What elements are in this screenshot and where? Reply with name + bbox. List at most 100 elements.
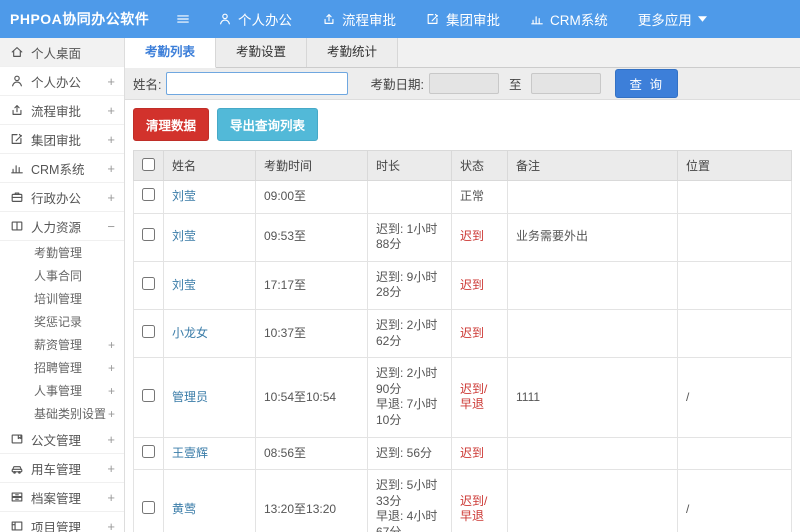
sidebar-subitem[interactable]: 人事合同: [0, 264, 124, 287]
expand-toggle-icon[interactable]: +: [108, 407, 115, 421]
select-all-checkbox[interactable]: [142, 157, 155, 171]
home-icon: [10, 45, 24, 59]
employee-name-link[interactable]: 王壹辉: [172, 446, 208, 460]
topnav-item[interactable]: 个人办公: [218, 9, 292, 29]
sidebar-subitem[interactable]: 基础类别设置 +: [0, 402, 124, 425]
tab-inactive[interactable]: 考勤统计: [307, 38, 399, 67]
sidebar-item[interactable]: 项目管理 +: [0, 512, 124, 532]
sidebar-item[interactable]: 人力资源 −: [0, 212, 124, 241]
tab-active[interactable]: 考勤列表: [125, 38, 217, 68]
location-cell: [677, 436, 792, 471]
topnav-item[interactable]: 集团审批: [426, 9, 500, 29]
row-checkbox[interactable]: [142, 188, 155, 201]
expand-toggle-icon[interactable]: +: [108, 384, 115, 398]
expand-toggle-icon[interactable]: +: [107, 190, 115, 205]
expand-toggle-icon[interactable]: −: [107, 219, 115, 234]
employee-name-link[interactable]: 管理员: [172, 390, 208, 404]
topnav-label: 集团审批: [446, 13, 500, 28]
expand-toggle-icon[interactable]: +: [107, 432, 115, 447]
topnav-item[interactable]: 流程审批: [322, 9, 396, 29]
attendance-time-cell: 09:00至: [255, 180, 368, 214]
expand-toggle-icon[interactable]: +: [107, 132, 115, 147]
expand-toggle-icon[interactable]: +: [107, 490, 115, 505]
column-header: 备注: [507, 150, 678, 181]
sidebar-subitem-label: 人事合同: [34, 269, 83, 283]
status-badge: 正常: [460, 189, 485, 203]
duration-cell: 迟到: 5小时33分 早退: 4小时67分: [367, 469, 452, 532]
sidebar-item[interactable]: 集团审批 +: [0, 125, 124, 154]
search-bar: 姓名: 考勤日期: 至 查 询: [125, 68, 800, 100]
sidebar-subitem[interactable]: 培训管理: [0, 287, 124, 310]
sidebar-item[interactable]: 档案管理 +: [0, 483, 124, 512]
row-checkbox[interactable]: [142, 324, 155, 338]
user-icon: [218, 12, 232, 26]
duration-cell: 迟到: 2小时90分 早退: 7小时10分: [367, 357, 452, 438]
topnav-item[interactable]: 更多应用: [638, 9, 707, 29]
sidebar-item-label: 流程审批: [31, 104, 82, 119]
sidebar-item[interactable]: 行政办公 +: [0, 183, 124, 212]
row-checkbox[interactable]: [142, 444, 155, 458]
topnav-item[interactable]: CRM系统: [530, 9, 608, 29]
employee-name-link[interactable]: 刘莹: [172, 189, 196, 203]
briefcase-icon: [10, 190, 24, 204]
sidebar-item[interactable]: 流程审批 +: [0, 96, 124, 125]
sidebar-item-label: 档案管理: [31, 491, 82, 506]
table-row: 管理员 10:54至10:54 迟到: 2小时90分 早退: 7小时10分 迟到/早退 1…: [133, 357, 792, 438]
employee-name-link[interactable]: 刘莹: [172, 229, 196, 243]
sidebar-item-label: 集团审批: [31, 133, 82, 148]
menu-toggle-icon[interactable]: [176, 12, 196, 26]
to-label: 至: [508, 78, 522, 92]
expand-toggle-icon[interactable]: +: [107, 461, 115, 476]
tab-inactive[interactable]: 考勤设置: [216, 38, 308, 67]
duration-line: 迟到: 2小时90分: [376, 366, 438, 396]
sidebar-item[interactable]: 用车管理 +: [0, 454, 124, 483]
row-checkbox[interactable]: [142, 388, 155, 402]
sidebar-item[interactable]: 公文管理 +: [0, 425, 124, 454]
employee-name-link[interactable]: 黄莺: [172, 502, 196, 516]
location-cell: /: [677, 469, 792, 532]
query-button[interactable]: 查 询: [615, 69, 678, 98]
doc-icon: [10, 432, 24, 446]
duration-cell: 迟到: 56分: [367, 436, 452, 471]
expand-toggle-icon[interactable]: +: [108, 361, 115, 375]
date-from-input[interactable]: [428, 73, 499, 94]
sidebar-subitem[interactable]: 薪资管理 +: [0, 333, 124, 356]
duration-cell: 迟到: 2小时62分: [367, 308, 452, 359]
name-input[interactable]: [166, 72, 349, 95]
chart-icon: [10, 161, 24, 175]
status-badge: 迟到: [460, 445, 485, 460]
date-to-input[interactable]: [531, 73, 602, 94]
sidebar-item[interactable]: 个人办公 +: [0, 67, 124, 96]
car-icon: [10, 461, 24, 475]
clear-data-button[interactable]: 清理数据: [133, 108, 210, 141]
sidebar-item[interactable]: CRM系统 +: [0, 154, 124, 183]
column-header: 位置: [677, 150, 792, 181]
table-row: 小龙女 10:37至 迟到: 2小时62分 迟到: [133, 308, 792, 359]
expand-toggle-icon[interactable]: +: [108, 338, 115, 352]
sidebar-item[interactable]: 个人桌面: [0, 38, 124, 67]
row-checkbox[interactable]: [142, 500, 155, 514]
sidebar-item-label: 人力资源: [31, 220, 82, 235]
expand-toggle-icon[interactable]: +: [107, 74, 115, 89]
sidebar-subitem-label: 人事管理: [34, 384, 83, 398]
note-cell: [507, 436, 678, 471]
expand-toggle-icon[interactable]: +: [107, 519, 115, 532]
expand-toggle-icon[interactable]: +: [107, 103, 115, 118]
status-badge: 迟到/早退: [460, 381, 488, 412]
row-checkbox[interactable]: [142, 228, 155, 242]
sidebar-item-label: 项目管理: [31, 520, 82, 532]
employee-name-link[interactable]: 刘莹: [172, 278, 196, 292]
sidebar-subitem[interactable]: 招聘管理 +: [0, 356, 124, 379]
sidebar-subitem[interactable]: 考勤管理: [0, 241, 124, 264]
row-checkbox[interactable]: [142, 276, 155, 290]
employee-name-link[interactable]: 小龙女: [172, 326, 208, 340]
sidebar-subitem-label: 招聘管理: [34, 361, 83, 375]
location-cell: [677, 308, 792, 359]
sidebar-item-label: CRM系统: [31, 162, 85, 177]
share-icon: [10, 103, 24, 117]
export-list-button[interactable]: 导出查询列表: [217, 108, 319, 141]
expand-toggle-icon[interactable]: +: [107, 161, 115, 176]
sidebar-subitem[interactable]: 奖惩记录: [0, 310, 124, 333]
duration-line: 迟到: 9小时28分: [376, 269, 438, 300]
sidebar-subitem[interactable]: 人事管理 +: [0, 379, 124, 402]
